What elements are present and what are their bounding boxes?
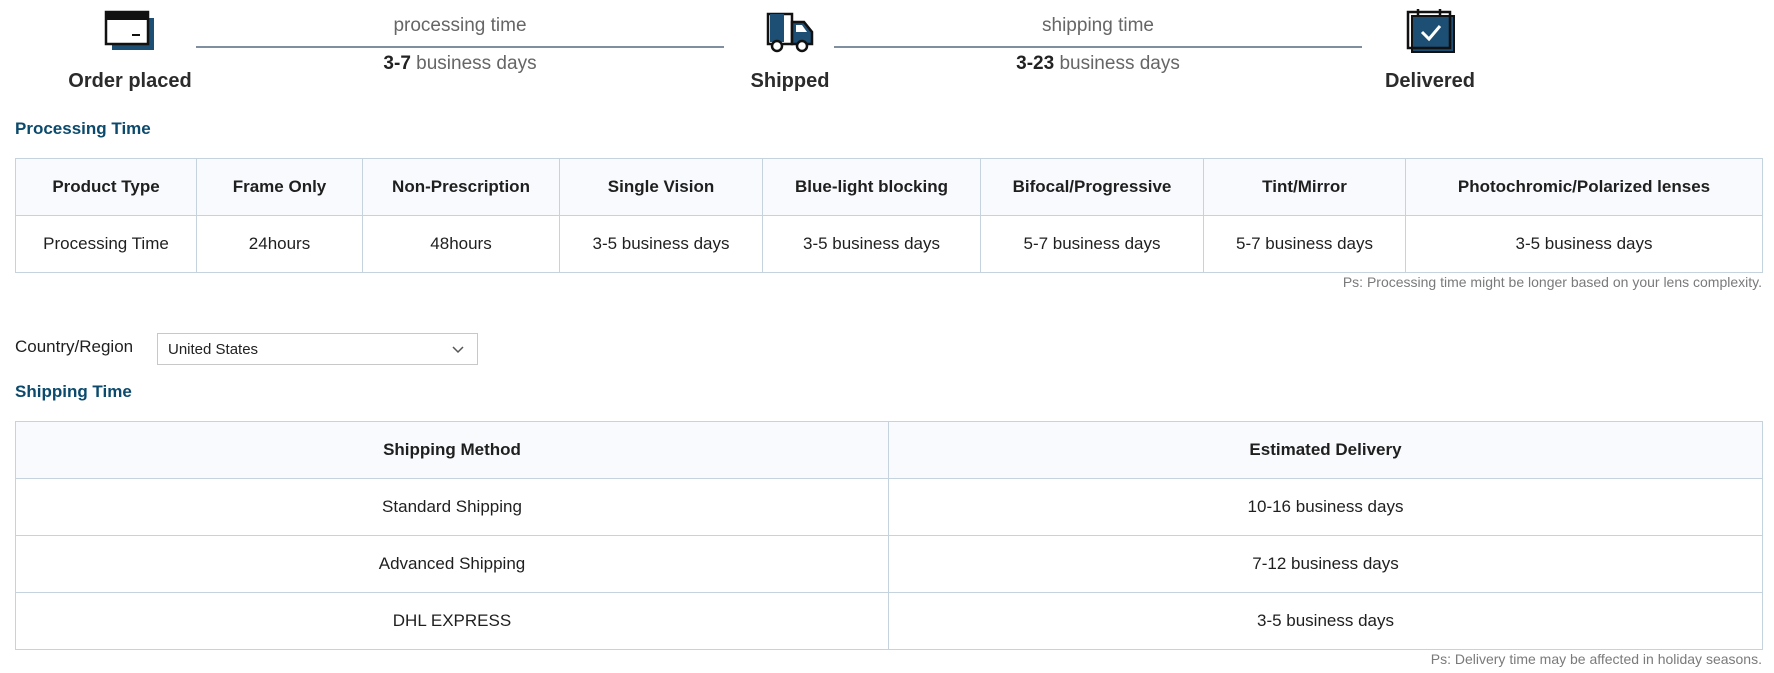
step-label: Delivered xyxy=(1384,70,1476,92)
table-cell: 48hours xyxy=(362,215,560,273)
leg-range: 3-23 xyxy=(1016,53,1055,74)
table-cell: 24hours xyxy=(196,215,363,273)
table-cell: 10-16 business days xyxy=(888,478,1763,536)
header-product-type: Product Type xyxy=(15,158,197,216)
table-header-row: Product Type Frame Only Non-Prescription… xyxy=(15,158,1763,216)
calendar-check-icon xyxy=(1406,9,1455,53)
header-photochromic-polarized: Photochromic/Polarized lenses xyxy=(1405,158,1763,216)
truck-icon xyxy=(766,12,814,53)
table-cell: 3-5 business days xyxy=(888,592,1763,650)
table-cell: 3-5 business days xyxy=(1405,215,1763,273)
leg-value: 3-7 business days xyxy=(196,53,724,75)
chevron-down-icon xyxy=(452,346,464,354)
order-timeline: Order placed processing time 3-7 busines… xyxy=(0,0,1774,110)
table-header-row: Shipping Method Estimated Delivery xyxy=(15,421,1763,479)
leg-value: 3-23 business days xyxy=(834,53,1362,75)
step-order-placed: Order placed xyxy=(50,8,210,93)
header-tint-mirror: Tint/Mirror xyxy=(1203,158,1406,216)
credit-card-icon xyxy=(104,10,154,50)
leg-title: processing time xyxy=(393,15,527,36)
table-row: Standard Shipping 10-16 business days xyxy=(15,478,1763,536)
table-cell: 5-7 business days xyxy=(980,215,1204,273)
shipping-note: Ps: Delivery time may be affected in hol… xyxy=(1430,651,1762,667)
timeline-line xyxy=(834,46,1362,48)
selected-country: United States xyxy=(168,341,259,358)
table-cell: Advanced Shipping xyxy=(15,535,889,593)
processing-note: Ps: Processing time might be longer base… xyxy=(1342,274,1762,290)
country-region-label: Country/Region xyxy=(15,337,134,356)
header-frame-only: Frame Only xyxy=(196,158,363,216)
table-row: DHL EXPRESS 3-5 business days xyxy=(15,592,1763,650)
table-cell: 5-7 business days xyxy=(1203,215,1406,273)
table-cell: Processing Time xyxy=(15,215,197,273)
leg-unit: business days xyxy=(1054,53,1180,74)
country-region-select[interactable]: United States xyxy=(157,333,478,365)
leg-shipping-time: shipping time 3-23 business days xyxy=(834,14,1362,75)
table-cell: Standard Shipping xyxy=(15,478,889,536)
header-shipping-method: Shipping Method xyxy=(15,421,889,479)
header-bifocal-progressive: Bifocal/Progressive xyxy=(980,158,1204,216)
table-cell: DHL EXPRESS xyxy=(15,592,889,650)
table-row: Advanced Shipping 7-12 business days xyxy=(15,535,1763,593)
table-cell: 7-12 business days xyxy=(888,535,1763,593)
step-delivered: Delivered xyxy=(1350,8,1510,93)
table-cell: 3-5 business days xyxy=(762,215,981,273)
table-cell: 3-5 business days xyxy=(559,215,763,273)
processing-section-title: Processing Time xyxy=(15,119,151,138)
table-row: Processing Time 24hours 48hours 3-5 busi… xyxy=(15,215,1763,273)
leg-unit: business days xyxy=(410,53,537,74)
header-single-vision: Single Vision xyxy=(559,158,763,216)
header-estimated-delivery: Estimated Delivery xyxy=(888,421,1763,479)
shipping-section-title: Shipping Time xyxy=(15,382,132,401)
leg-title: shipping time xyxy=(1042,15,1154,36)
step-label: Order placed xyxy=(68,70,192,92)
header-blue-light: Blue-light blocking xyxy=(762,158,981,216)
leg-processing-time: processing time 3-7 business days xyxy=(196,14,724,75)
header-non-prescription: Non-Prescription xyxy=(362,158,560,216)
processing-time-table: Product Type Frame Only Non-Prescription… xyxy=(15,158,1763,273)
leg-range: 3-7 xyxy=(383,53,411,74)
timeline-line xyxy=(196,46,724,48)
shipping-time-table: Shipping Method Estimated Delivery Stand… xyxy=(15,421,1763,650)
